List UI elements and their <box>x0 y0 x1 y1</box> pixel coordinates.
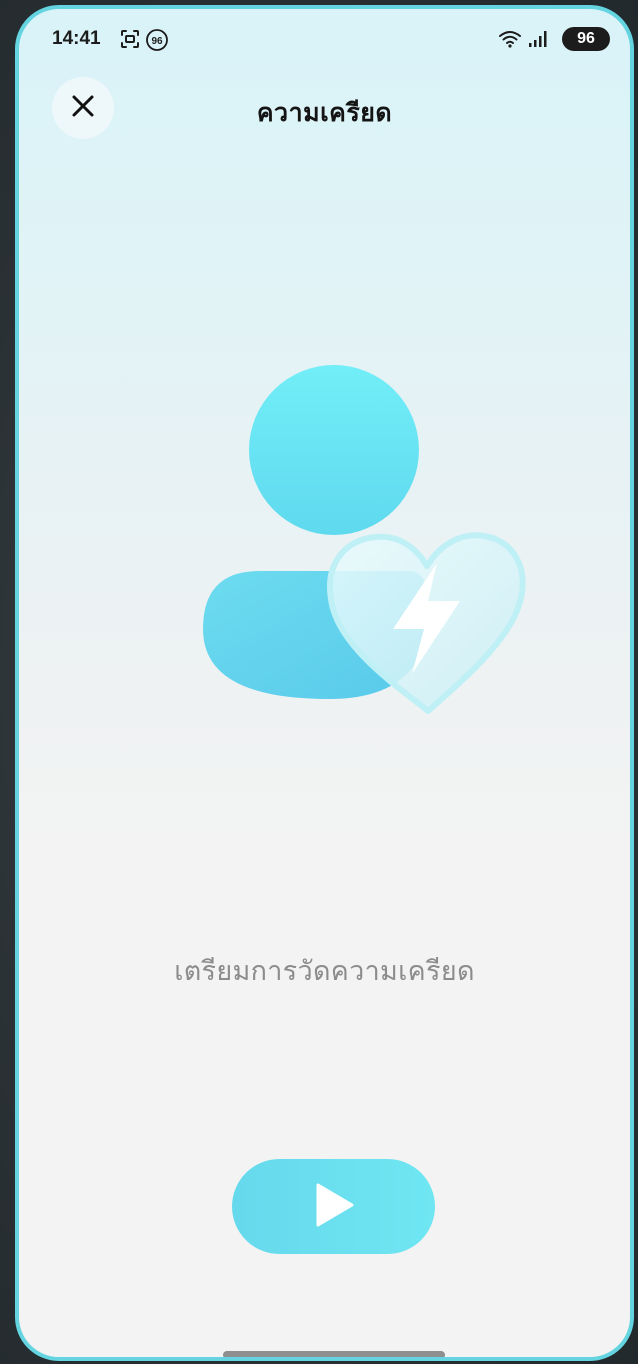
play-icon <box>314 1182 354 1232</box>
prepare-measurement-text: เตรียมการวัดความเครียด <box>174 956 475 987</box>
home-indicator[interactable] <box>223 1351 445 1357</box>
start-measurement-button[interactable] <box>232 1159 435 1254</box>
phone-screen: 14:41 96 96 ความเครียด เตรียมการวัดความเ… <box>15 5 634 1361</box>
person-head <box>249 365 419 535</box>
person-heart-lightning-icon <box>203 365 526 714</box>
